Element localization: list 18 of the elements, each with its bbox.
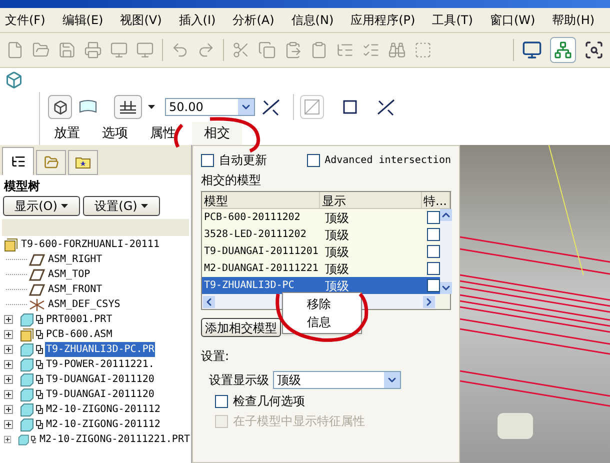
- table-cell-text: 3528-LED-20111202: [203, 228, 308, 242]
- field-label: 设置显示级: [209, 372, 269, 389]
- panel-title: 模型树: [2, 178, 41, 195]
- table-cell-text: 顶级: [324, 278, 350, 294]
- checkbox-label: 自动更新: [219, 152, 268, 169]
- checkbox-label: 在子模型中显示特征属性: [233, 413, 365, 430]
- table-cell-text: PCB-600-20111202: [203, 211, 302, 225]
- table-cell-text: 顶级: [324, 244, 350, 260]
- table-cell-text: 顶级: [324, 260, 350, 278]
- section-label: 相交的模型: [201, 172, 261, 189]
- section-label: 设置:: [201, 348, 230, 365]
- table-cell-text: 顶级: [324, 226, 350, 244]
- table-cell-text: 顶级: [324, 210, 350, 226]
- checkbox-label: 检查几何选项: [233, 393, 305, 410]
- table-cell-text: M2-DUANGAI-20111221: [203, 262, 320, 276]
- table-cell-text: T9-DUANGAI-20111201: [203, 245, 320, 259]
- table-cell-text: T9-ZHUANLI3D-PC: [203, 279, 296, 293]
- checkbox-label: Advanced intersection: [324, 154, 451, 168]
